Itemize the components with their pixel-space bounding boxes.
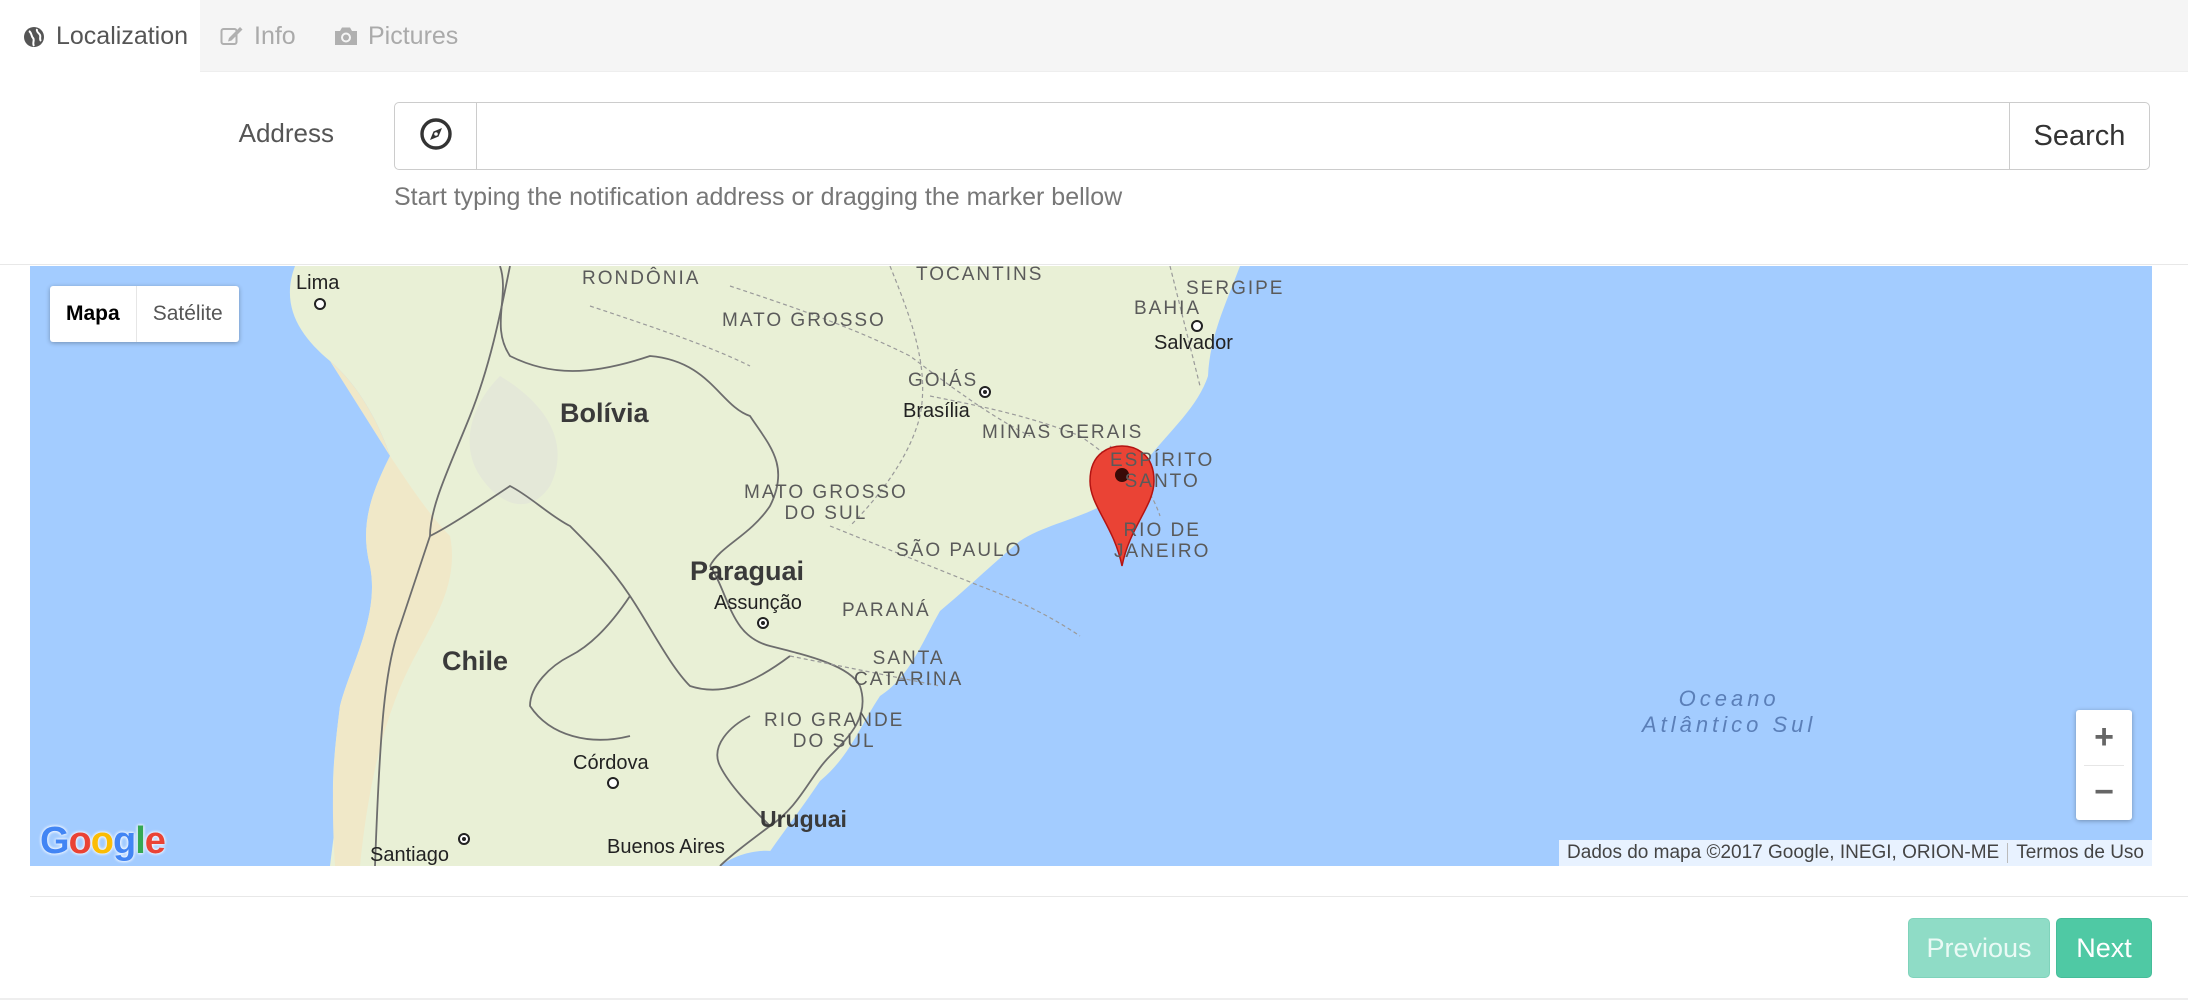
map-type-control: Mapa Satélite [50, 286, 239, 342]
city-label: Assunção [714, 592, 802, 614]
country-label: Chile [442, 646, 509, 676]
state-label: PARANÁ [842, 600, 931, 621]
state-label: RIO DE JANEIRO [1114, 520, 1211, 562]
city-label: Lima [296, 272, 340, 294]
address-input[interactable] [477, 103, 2009, 169]
tab-localization-label: Localization [56, 22, 189, 50]
tab-pictures[interactable]: Pictures [312, 0, 472, 72]
zoom-divider [2084, 765, 2124, 766]
tab-info[interactable]: Info [200, 0, 312, 72]
state-label: GOIÁS [908, 370, 979, 391]
state-label: SERGIPE [1186, 278, 1285, 299]
search-button[interactable]: Search [2009, 103, 2149, 169]
address-help-text: Start typing the notification address or… [394, 183, 1123, 211]
ocean-label: Oceano Atlântico Sul [1642, 686, 1817, 737]
zoom-out-button[interactable]: − [2076, 765, 2132, 820]
state-label: RIO GRANDE DO SUL [764, 710, 905, 752]
next-button[interactable]: Next [2056, 918, 2152, 978]
camera-icon [332, 22, 360, 50]
city-label: Brasília [903, 400, 970, 422]
map-attribution: Dados do mapa ©2017 Google, INEGI, ORION… [1559, 840, 2152, 866]
country-label: Uruguai [760, 806, 847, 832]
map-type-satellite-button[interactable]: Satélite [137, 286, 239, 342]
city-label: Santiago [370, 844, 449, 866]
compass-icon [419, 117, 453, 156]
locate-button[interactable] [395, 103, 477, 169]
map-canvas[interactable]: RONDÔNIA TOCANTINS BAHIA SERGIPE MATO GR… [30, 266, 2152, 866]
state-label: MINAS GERAIS [982, 422, 1144, 443]
state-label: MATO GROSSO DO SUL [744, 482, 908, 524]
country-label: Paraguai [690, 556, 805, 586]
state-label: SANTA CATARINA [854, 648, 964, 690]
attribution-text: Dados do mapa ©2017 Google, INEGI, ORION… [1567, 842, 2000, 863]
tab-info-label: Info [254, 21, 296, 50]
google-logo: Google [40, 820, 166, 862]
state-label: SÃO PAULO [896, 540, 1023, 561]
divider [0, 264, 2188, 265]
divider [30, 896, 2188, 897]
country-label: Bolívia [560, 398, 649, 428]
edit-icon [218, 22, 246, 50]
tab-pictures-label: Pictures [368, 21, 459, 50]
map-terrain [30, 266, 1240, 866]
state-label: ESPÍRITO SANTO [1110, 450, 1215, 492]
address-input-group: Search [394, 102, 2150, 170]
state-label: RONDÔNIA [582, 268, 701, 289]
globe-icon [20, 23, 48, 51]
map-type-map-button[interactable]: Mapa [50, 286, 137, 342]
zoom-control: + − [2076, 710, 2132, 820]
city-label: Buenos Aires [607, 836, 725, 858]
zoom-in-button[interactable]: + [2076, 710, 2132, 765]
state-label: MATO GROSSO [722, 310, 886, 331]
state-label: BAHIA [1134, 298, 1202, 319]
previous-button[interactable]: Previous [1908, 918, 2050, 978]
terms-link[interactable]: Termos de Uso [2008, 842, 2152, 864]
address-label: Address [238, 118, 334, 148]
tab-localization[interactable]: Localization [0, 0, 200, 73]
city-label: Salvador [1154, 332, 1233, 354]
tab-bar: Localization Info Pictures [0, 0, 2188, 73]
state-label: TOCANTINS [916, 266, 1044, 285]
city-label: Córdova [573, 752, 649, 774]
